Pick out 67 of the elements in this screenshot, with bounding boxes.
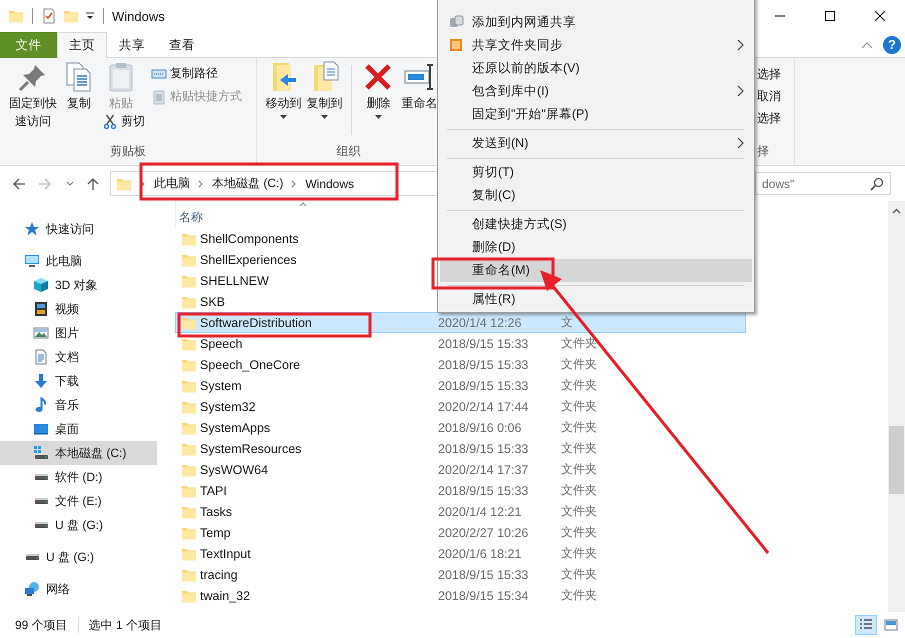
type-cell: 文件夹 (561, 356, 597, 373)
file-name: twain_32 (200, 588, 252, 602)
file-name: System (200, 378, 243, 392)
nav-label: 此电脑 (46, 252, 82, 270)
file-name: Speech_OneCore (200, 358, 302, 372)
nav-label: 软件 (D:) (55, 468, 102, 486)
type-cell: 文件夹 (561, 461, 597, 478)
file-name: SystemResources (200, 442, 302, 456)
file-name: SKB (200, 294, 226, 308)
nav-label: 图片 (55, 324, 79, 342)
file-name: SHELLNEW (200, 274, 270, 288)
nav-label: 快速访问 (46, 220, 94, 238)
nav-label: 文档 (55, 348, 79, 366)
type-cell: 文件夹 (561, 545, 597, 562)
nav-label: U 盘 (G:) (46, 548, 94, 566)
type-cell: 文件夹 (561, 440, 597, 457)
date-cell-text: 2020/1/4 12:21 (438, 504, 522, 518)
date-cell-text: 2018/9/15 15:33 (438, 442, 530, 456)
type-cell: 文件夹 (561, 566, 597, 583)
group-label: 组织 (336, 143, 362, 160)
date-cell-text: 2018/9/15 15:34 (438, 588, 530, 602)
type-cell: 文件夹 (561, 419, 597, 436)
file-name: SysWOW64 (200, 462, 270, 476)
file-name: TAPI (200, 484, 228, 498)
window-title: Windows (112, 8, 165, 24)
type-cell: 文件夹 (561, 503, 597, 520)
nav-label: 文件 (E:) (55, 492, 102, 510)
date-cell-text: 2018/9/15 15:33 (438, 378, 530, 392)
date-cell-text: 2020/2/14 17:37 (438, 462, 530, 476)
date-cell-text: 2020/1/4 12:26 (438, 316, 522, 330)
selection-count: 选中 1 个项目 (88, 616, 162, 634)
date-cell-text: 2020/2/27 10:26 (438, 526, 530, 540)
date-cell-text: 2018/9/15 15:33 (438, 358, 530, 372)
nav-label: U 盘 (G:) (55, 516, 103, 534)
nav-label: 网络 (46, 580, 70, 598)
group-label: 剪贴板 (109, 143, 147, 160)
file-name: Speech (200, 336, 244, 350)
file-name: ShellExperiences (200, 252, 298, 266)
type-cell: 文件夹 (561, 482, 597, 499)
type-cell: 文件夹 (561, 524, 597, 541)
date-cell-text: 2018/9/15 15:33 (438, 336, 530, 350)
nav-label: 视频 (55, 300, 79, 318)
date-cell-text: 2018/9/16 0:06 (438, 420, 522, 434)
nav-label: 本地磁盘 (C:) (55, 444, 126, 462)
file-name: Tasks (200, 504, 233, 518)
date-cell-text: 2020/2/14 17:44 (438, 400, 530, 414)
group-label: 择 (757, 143, 770, 160)
date-cell-text: 2018/9/15 15:33 (438, 484, 530, 498)
nav-label: 3D 对象 (55, 276, 98, 294)
file-name: SystemApps (200, 420, 272, 434)
nav-label: 音乐 (55, 396, 79, 414)
file-name: TextInput (200, 546, 252, 560)
date-cell-text: 2020/1/6 18:21 (438, 546, 522, 560)
type-cell: 文 (561, 314, 573, 331)
type-cell: 文件夹 (561, 587, 597, 604)
file-name: System32 (200, 400, 257, 414)
nav-label: 下载 (55, 372, 79, 390)
type-cell: 文件夹 (561, 335, 597, 352)
nav-label: 桌面 (55, 420, 79, 438)
type-cell: 文件夹 (561, 398, 597, 415)
item-count: 99 个项目 (15, 616, 68, 634)
date-cell-text: 2018/9/15 15:33 (438, 568, 530, 582)
file-name: Temp (200, 526, 232, 540)
type-cell: 文件夹 (561, 377, 597, 394)
file-name: SoftwareDistribution (200, 316, 313, 330)
file-name: tracing (200, 568, 239, 582)
file-name: ShellComponents (200, 232, 300, 246)
